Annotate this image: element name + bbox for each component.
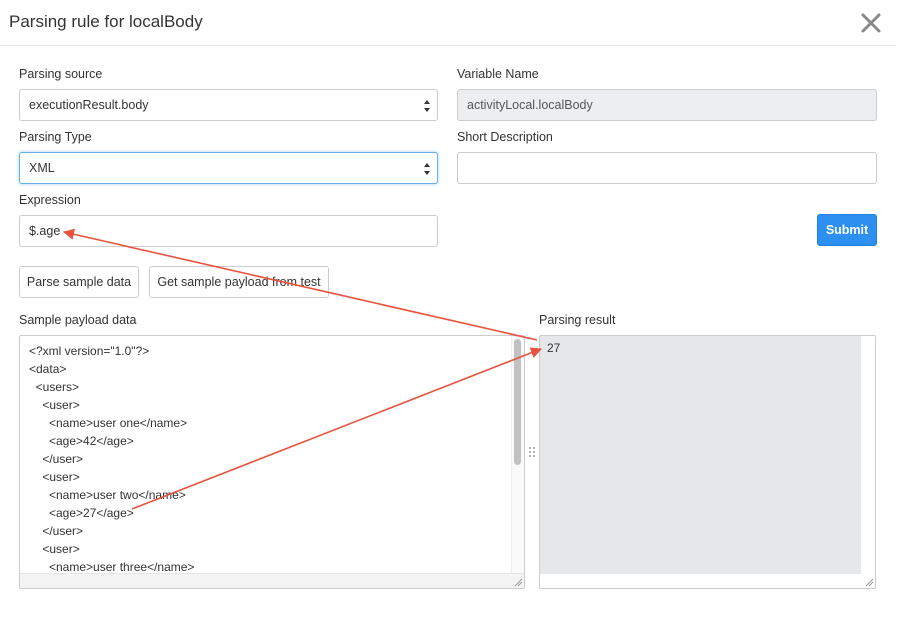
resize-handle-icon[interactable] xyxy=(864,577,874,587)
parsing-source-select[interactable]: executionResult.body xyxy=(19,89,438,121)
short-description-field[interactable] xyxy=(457,152,877,184)
payload-line: <age>27</age> xyxy=(29,506,134,520)
select-arrows-icon xyxy=(424,100,430,112)
payload-line: <user> xyxy=(29,398,80,412)
parsing-source-value: executionResult.body xyxy=(29,98,149,112)
submit-button[interactable]: Submit xyxy=(817,214,877,246)
dialog-header: Parsing rule for localBody xyxy=(0,0,895,46)
parse-sample-data-button[interactable]: Parse sample data xyxy=(19,266,139,298)
payload-line: <name>user two</name> xyxy=(29,488,186,502)
get-sample-payload-button[interactable]: Get sample payload from test xyxy=(149,266,329,298)
variable-name-label: Variable Name xyxy=(457,67,539,81)
payload-line: <users> xyxy=(29,380,80,394)
parsing-source-label: Parsing source xyxy=(19,67,103,81)
sample-payload-content: <?xml version="1.0"?> <data> <users> <use… xyxy=(20,336,524,576)
payload-line: <name>user one</name> xyxy=(29,416,188,430)
horizontal-scrollbar[interactable] xyxy=(20,573,524,588)
expression-field[interactable]: $.age xyxy=(19,215,438,247)
dialog-title: Parsing rule for localBody xyxy=(9,12,203,31)
payload-line: <user> xyxy=(29,470,80,484)
sample-payload-label: Sample payload data xyxy=(19,313,137,327)
vertical-scrollbar[interactable] xyxy=(511,336,524,574)
payload-line: </user> xyxy=(29,524,84,538)
parsing-result-area: 27 xyxy=(540,336,861,574)
payload-line: <?xml version="1.0"?> xyxy=(29,344,150,358)
parsing-type-label: Parsing Type xyxy=(19,130,92,144)
splitter-handle-icon[interactable] xyxy=(528,446,536,460)
expression-label: Expression xyxy=(19,193,81,207)
scrollbar-thumb[interactable] xyxy=(514,339,521,465)
parsing-type-value: XML xyxy=(29,161,55,175)
payload-line: <data> xyxy=(29,362,67,376)
close-icon[interactable] xyxy=(858,10,884,36)
payload-line: <age>42</age> xyxy=(29,434,134,448)
parsing-result-label: Parsing result xyxy=(539,313,616,327)
parsing-result-textarea[interactable]: 27 xyxy=(539,335,876,589)
sample-payload-textarea[interactable]: <?xml version="1.0"?> <data> <users> <use… xyxy=(19,335,525,589)
select-arrows-icon xyxy=(424,163,430,175)
payload-line: <user> xyxy=(29,542,80,556)
resize-handle-icon[interactable] xyxy=(513,577,523,587)
variable-name-field[interactable]: activityLocal.localBody xyxy=(457,89,877,121)
parsing-type-select[interactable]: XML xyxy=(19,152,438,184)
parsing-result-value: 27 xyxy=(547,341,561,355)
short-description-label: Short Description xyxy=(457,130,553,144)
payload-line: </user> xyxy=(29,452,84,466)
